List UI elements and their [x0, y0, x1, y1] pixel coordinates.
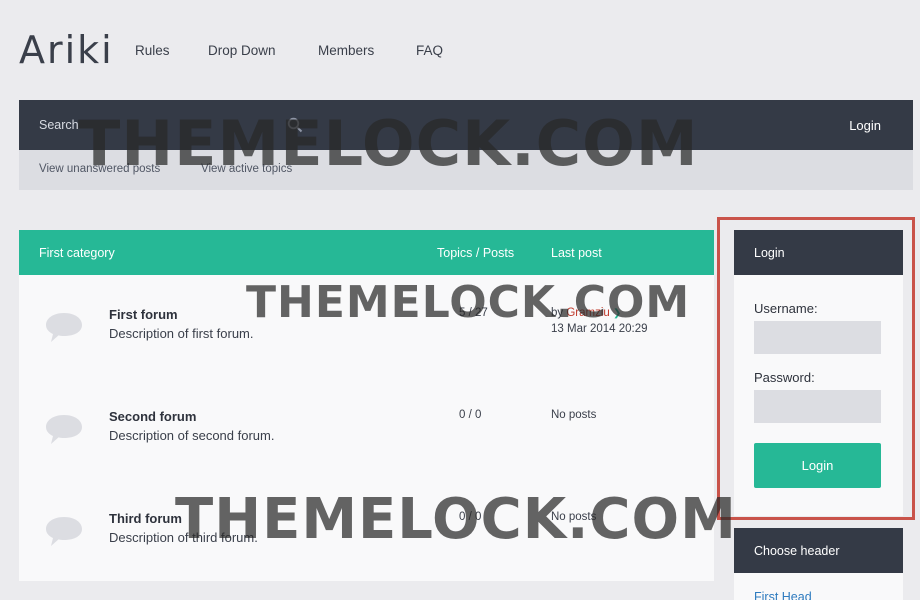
topics-posts-count: 5 / 27	[459, 307, 488, 319]
username-field[interactable]	[754, 321, 881, 354]
last-post-header: Last post	[551, 246, 602, 260]
forum-description: Description of second forum.	[109, 428, 275, 443]
last-post-date: 13 Mar 2014 20:29	[551, 323, 648, 335]
nav-drop-down[interactable]: Drop Down	[208, 43, 276, 58]
top-navigation: Ariki Rules Drop Down Members FAQ	[0, 0, 920, 100]
first-head-link[interactable]: First Head	[754, 590, 812, 600]
speech-bubble-icon	[46, 517, 82, 546]
forum-row: First forum Description of first forum. …	[19, 275, 714, 377]
go-to-post-icon[interactable]: ❯	[613, 308, 621, 319]
forum-description: Description of third forum.	[109, 530, 258, 545]
forum-row: Third forum Description of third forum. …	[19, 479, 714, 581]
forum-description: Description of first forum.	[109, 326, 254, 341]
search-icon[interactable]	[287, 117, 303, 133]
speech-bubble-icon	[46, 313, 82, 342]
last-post-author: by Gramziu ❯	[551, 307, 621, 319]
last-post-text: No posts	[551, 511, 597, 523]
view-unanswered-link[interactable]: View unanswered posts	[39, 163, 160, 175]
last-post-by: by	[551, 307, 564, 319]
topics-posts-count: 0 / 0	[459, 409, 482, 421]
nav-rules[interactable]: Rules	[135, 43, 170, 58]
login-panel-header: Login	[734, 230, 903, 275]
nav-members[interactable]: Members	[318, 43, 374, 58]
forum-title[interactable]: Third forum	[109, 511, 182, 526]
sub-navigation: View unanswered posts View active topics	[19, 150, 913, 190]
username-label: Username:	[754, 301, 818, 316]
forum-title[interactable]: First forum	[109, 307, 178, 322]
search-bar: Search Login	[19, 100, 913, 150]
search-input[interactable]: Search	[39, 118, 79, 132]
last-post-text: No posts	[551, 409, 597, 421]
login-button[interactable]: Login	[754, 443, 881, 488]
topics-posts-count: 0 / 0	[459, 511, 482, 523]
nav-faq[interactable]: FAQ	[416, 43, 443, 58]
top-login-link[interactable]: Login	[849, 118, 881, 133]
forum-title[interactable]: Second forum	[109, 409, 196, 424]
login-panel: Login Username: Password: Login	[734, 230, 903, 516]
category-title[interactable]: First category	[39, 246, 115, 260]
forum-row: Second forum Description of second forum…	[19, 377, 714, 479]
forum-list: First category Topics / Posts Last post …	[19, 230, 714, 581]
site-logo[interactable]: Ariki	[19, 28, 114, 72]
password-label: Password:	[754, 370, 815, 385]
choose-header-panel: Choose header First Head	[734, 528, 903, 600]
speech-bubble-icon	[46, 415, 82, 444]
login-panel-title: Login	[754, 246, 785, 260]
choose-header-title-bar: Choose header	[734, 528, 903, 573]
forum-list-header: First category Topics / Posts Last post	[19, 230, 714, 275]
topics-posts-header: Topics / Posts	[437, 246, 515, 260]
view-active-link[interactable]: View active topics	[201, 163, 292, 175]
password-field[interactable]	[754, 390, 881, 423]
last-post-username[interactable]: Gramziu	[566, 307, 609, 319]
choose-header-title: Choose header	[754, 544, 840, 558]
